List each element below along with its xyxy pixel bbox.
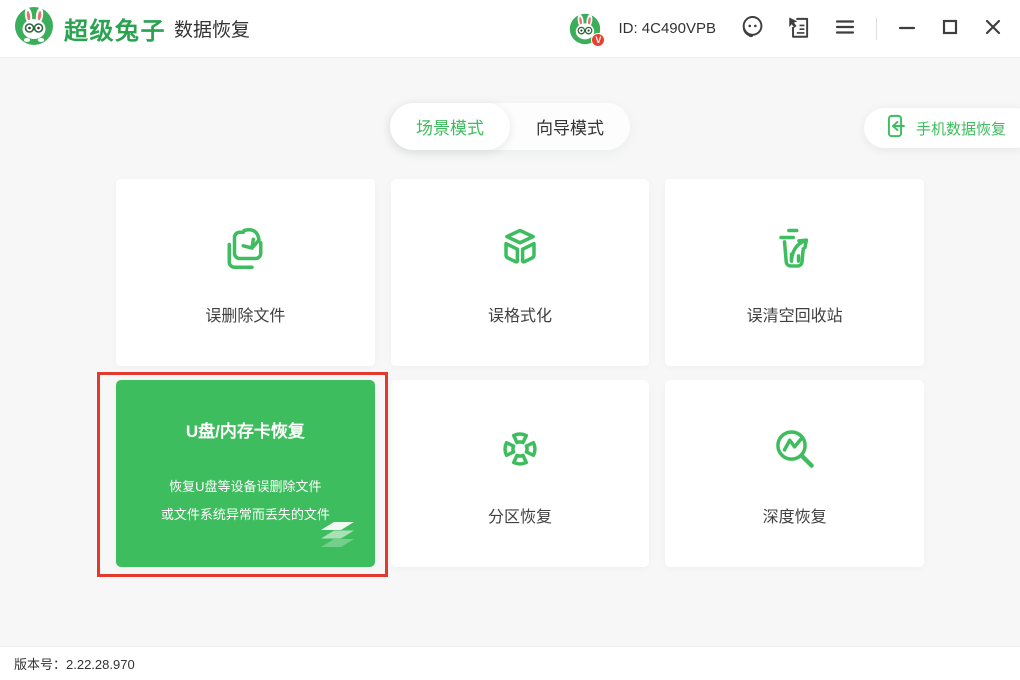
- card-usb-memory-card-recovery[interactable]: U盘/内存卡恢复 恢复U盘等设备误删除文件 或文件系统异常而丢失的文件: [116, 380, 375, 567]
- vip-badge: V: [591, 33, 605, 47]
- card-emptied-recycle-bin[interactable]: 误清空回收站: [665, 179, 924, 366]
- card-deleted-files[interactable]: 误删除文件: [116, 179, 375, 366]
- mode-tabs: 场景模式 向导模式: [390, 103, 630, 150]
- card-label: 误格式化: [488, 302, 552, 326]
- app-logo-rabbit-icon: [14, 6, 54, 51]
- customer-service-button[interactable]: [737, 12, 767, 45]
- tab-wizard-mode[interactable]: 向导模式: [510, 103, 630, 150]
- feedback-form-icon: [786, 14, 812, 43]
- card-description: 恢复U盘等设备误删除文件 或文件系统异常而丢失的文件: [161, 473, 330, 529]
- phone-recovery-button[interactable]: 手机数据恢复: [864, 108, 1020, 148]
- close-icon: [982, 16, 1004, 41]
- card-label: 误清空回收站: [747, 302, 843, 326]
- statusbar: 版本号：2.22.28.970: [0, 646, 1020, 680]
- card-title: U盘/内存卡恢复: [186, 417, 305, 442]
- main-content: 场景模式 向导模式 手机数据恢复: [0, 58, 1020, 646]
- recovery-cards-grid: 误删除文件 误格式化: [116, 179, 924, 567]
- hamburger-menu-icon: [833, 15, 857, 42]
- user-id: ID: 4C490VPB: [618, 20, 716, 37]
- phone-recovery-label: 手机数据恢复: [916, 118, 1006, 139]
- layers-icon: [317, 521, 359, 556]
- minimize-icon: [896, 16, 918, 41]
- card-deep-recovery[interactable]: 深度恢复: [665, 380, 924, 567]
- deep-scan-icon: [767, 421, 823, 477]
- partition-icon: [492, 421, 548, 477]
- phone-arrow-icon: [882, 113, 908, 143]
- headset-icon: [739, 14, 765, 43]
- main-menu-button[interactable]: [831, 13, 859, 44]
- titlebar-separator: [876, 18, 877, 40]
- feedback-button[interactable]: [784, 12, 814, 45]
- recycle-bin-restore-icon: [767, 220, 823, 276]
- cube-icon: [492, 220, 548, 276]
- app-window: 超级兔子 数据恢复 V ID: 4C490VPB: [0, 0, 1020, 680]
- minimize-button[interactable]: [894, 14, 920, 43]
- card-description-line1: 恢复U盘等设备误删除文件: [161, 473, 330, 501]
- user-avatar[interactable]: V: [569, 13, 601, 45]
- card-label: 深度恢复: [763, 503, 827, 527]
- maximize-icon: [939, 16, 961, 41]
- restore-file-icon: [217, 220, 273, 276]
- version-label: 版本号：2.22.28.970: [14, 654, 135, 673]
- brand-name: 超级兔子: [64, 11, 166, 46]
- titlebar: 超级兔子 数据恢复 V ID: 4C490VPB: [0, 0, 1020, 58]
- card-label: 分区恢复: [488, 503, 552, 527]
- card-partition-recovery[interactable]: 分区恢复: [391, 380, 650, 567]
- card-description-line2: 或文件系统异常而丢失的文件: [161, 501, 330, 529]
- titlebar-right: V ID: 4C490VPB: [569, 12, 1006, 45]
- card-label: 误删除文件: [205, 302, 285, 326]
- close-button[interactable]: [980, 14, 1006, 43]
- brand-product: 数据恢复: [174, 15, 250, 42]
- brand: 超级兔子 数据恢复: [14, 6, 250, 51]
- card-formatted[interactable]: 误格式化: [391, 179, 650, 366]
- tab-scene-mode[interactable]: 场景模式: [390, 103, 510, 150]
- maximize-button[interactable]: [937, 14, 963, 43]
